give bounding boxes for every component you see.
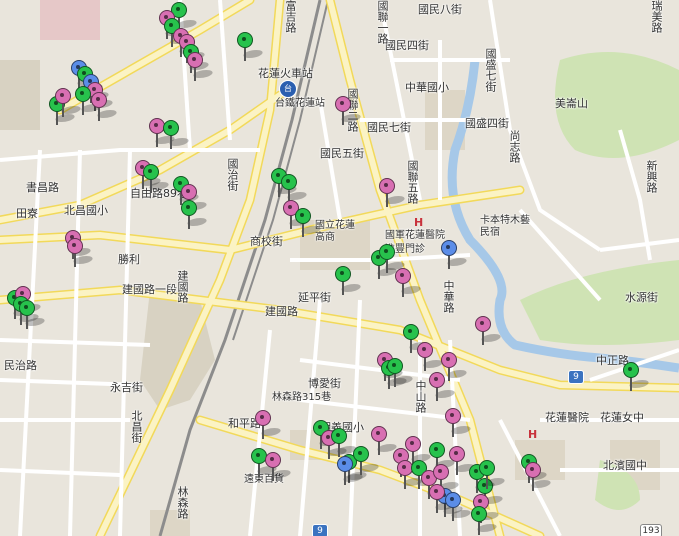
map-marker-pink[interactable] — [448, 446, 478, 476]
map-marker-green[interactable] — [236, 32, 266, 62]
hospital-icon: H — [528, 428, 538, 441]
map-marker-pink[interactable] — [54, 88, 84, 118]
map-marker-blue[interactable] — [444, 492, 474, 522]
map-marker-pink[interactable] — [90, 92, 120, 122]
map-marker-pink[interactable] — [264, 452, 294, 482]
map-marker-green[interactable] — [470, 506, 500, 536]
route-9-shield: 9 — [312, 524, 328, 536]
map-marker-pink[interactable] — [66, 238, 96, 268]
map-marker-green[interactable] — [162, 120, 192, 150]
map-marker-green[interactable] — [478, 460, 508, 490]
map-marker-pink[interactable] — [428, 372, 458, 402]
map-marker-pink[interactable] — [394, 268, 424, 298]
map-marker-green[interactable] — [18, 300, 48, 330]
map-marker-green[interactable] — [386, 358, 416, 388]
map-marker-pink[interactable] — [334, 96, 364, 126]
map-marker-pink[interactable] — [370, 426, 400, 456]
map-marker-blue[interactable] — [440, 240, 470, 270]
map-marker-pink[interactable] — [186, 52, 216, 82]
map-marker-pink[interactable] — [416, 342, 446, 372]
map-marker-green[interactable] — [352, 446, 382, 476]
map-marker-green[interactable] — [142, 164, 172, 194]
map-marker-green[interactable] — [334, 266, 364, 296]
map-marker-green[interactable] — [622, 362, 652, 392]
hospital-icon: H — [414, 216, 424, 229]
map-marker-pink[interactable] — [444, 408, 474, 438]
map-canvas[interactable]: 花蓮火車站 台鐵花蓮站 國民八街 國民四街 國民七街 國民五街 中華國小 國盛四… — [0, 0, 679, 536]
map-marker-green[interactable] — [294, 208, 324, 238]
map-marker-pink[interactable] — [254, 410, 284, 440]
map-marker-pink[interactable] — [378, 178, 408, 208]
route-9-shield: 9 — [568, 370, 584, 384]
map-marker-pink[interactable] — [474, 316, 504, 346]
park-meilun — [555, 52, 679, 158]
map-marker-pink[interactable] — [524, 462, 554, 492]
route-193-shield: 193 — [640, 524, 662, 536]
map-marker-green[interactable] — [180, 200, 210, 230]
train-station-icon: 台 — [279, 80, 297, 98]
